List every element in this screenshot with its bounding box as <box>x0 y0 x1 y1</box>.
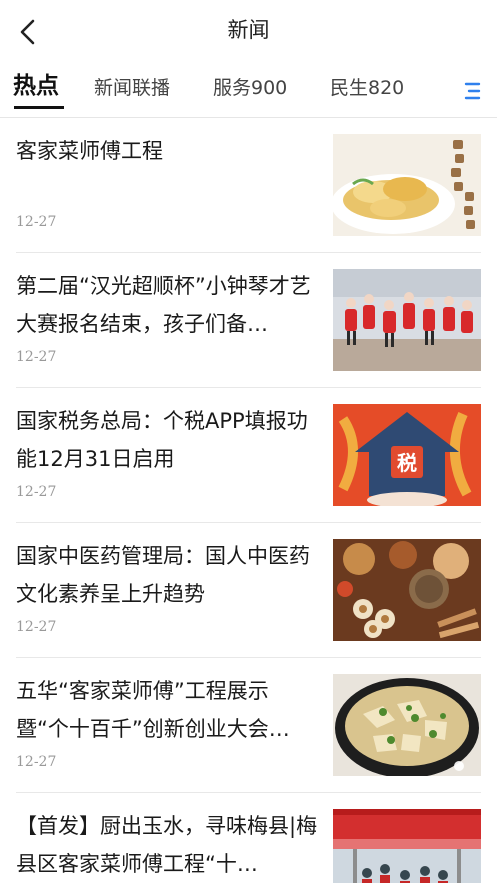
news-title: 国家中医药管理局：国人中医药文化素养呈上升趋势 <box>16 544 310 606</box>
tab-livelihood-820[interactable]: 民生820 <box>330 73 404 103</box>
tax-label: 税 <box>397 451 417 475</box>
page-title: 新闻 <box>227 18 270 42</box>
news-date: 12-27 <box>16 619 57 635</box>
tab-service-900[interactable]: 服务900 <box>213 73 287 103</box>
news-title: 【首发】厨出玉水，寻味梅县|梅县区客家菜师傅工程“十… <box>16 814 318 876</box>
top-bar: 新闻 <box>0 0 497 60</box>
menu-lines-icon <box>464 82 481 100</box>
news-title: 国家税务总局：个税APP填报功能12月31日启用 <box>16 409 308 471</box>
news-item[interactable]: 五华“客家菜师傅”工程展示暨“个十百千”创新创业大会… 12-27 <box>16 658 481 793</box>
news-thumbnail <box>333 809 481 883</box>
news-date: 12-27 <box>16 214 57 230</box>
tab-hot[interactable]: 热点 <box>13 71 59 101</box>
news-thumbnail <box>333 269 481 371</box>
news-item[interactable]: 国家税务总局：个税APP填报功能12月31日启用 12-27 税 <box>16 388 481 523</box>
news-list: 客家菜师傅工程 12-27 第二届“汉光超顺杯”小钟琴才艺大赛报名结束，孩子们备… <box>0 118 497 883</box>
news-title: 五华“客家菜师傅”工程展示暨“个十百千”创新创业大会… <box>16 679 290 741</box>
active-tab-indicator <box>14 106 64 109</box>
news-date: 12-27 <box>16 754 57 770</box>
news-thumbnail: 税 <box>333 404 481 506</box>
tabs-menu-button[interactable] <box>461 80 483 102</box>
channel-tabs: 热点 新闻联播 服务900 民生820 <box>0 60 497 118</box>
news-title: 第二届“汉光超顺杯”小钟琴才艺大赛报名结束，孩子们备… <box>16 274 311 336</box>
news-item[interactable]: 国家中医药管理局：国人中医药文化素养呈上升趋势 12-27 <box>16 523 481 658</box>
tab-news-broadcast[interactable]: 新闻联播 <box>94 73 170 103</box>
news-date: 12-27 <box>16 349 57 365</box>
news-item[interactable]: 第二届“汉光超顺杯”小钟琴才艺大赛报名结束，孩子们备… 12-27 <box>16 253 481 388</box>
news-screen: 新闻 热点 新闻联播 服务900 民生820 客家菜师傅工程 12-27 第二届… <box>0 0 497 883</box>
tabs-fade <box>399 60 449 116</box>
news-thumbnail <box>333 134 481 236</box>
news-item[interactable]: 客家菜师傅工程 12-27 <box>16 118 481 253</box>
news-thumbnail <box>333 674 481 776</box>
news-thumbnail <box>333 539 481 641</box>
news-title: 客家菜师傅工程 <box>16 139 163 163</box>
news-date: 12-27 <box>16 484 57 500</box>
news-item[interactable]: 【首发】厨出玉水，寻味梅县|梅县区客家菜师傅工程“十… <box>16 793 481 883</box>
